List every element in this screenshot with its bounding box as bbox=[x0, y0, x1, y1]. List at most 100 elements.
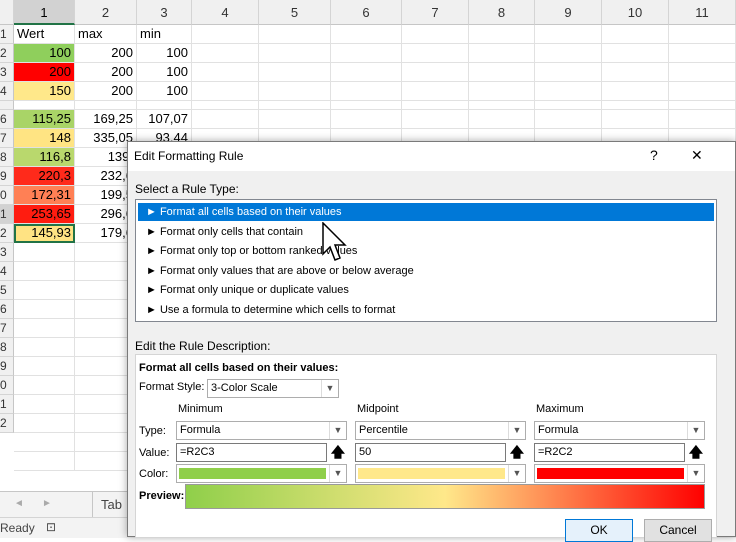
row-header[interactable]: 7 bbox=[0, 129, 14, 148]
data-cell[interactable]: 253,65 bbox=[14, 205, 75, 224]
row-header[interactable]: 2 bbox=[0, 224, 14, 243]
cell[interactable] bbox=[469, 25, 535, 44]
data-cell[interactable]: 200 bbox=[14, 63, 75, 82]
cell[interactable] bbox=[259, 25, 331, 44]
cell[interactable] bbox=[669, 110, 736, 129]
column-header-8[interactable]: 8 bbox=[469, 0, 535, 25]
cell[interactable] bbox=[535, 44, 602, 63]
column-header-10[interactable]: 10 bbox=[602, 0, 669, 25]
rule-type-item[interactable]: ► Format all cells based on their values bbox=[138, 203, 714, 221]
row-header[interactable]: 1 bbox=[0, 395, 14, 414]
cell[interactable] bbox=[535, 110, 602, 129]
help-button[interactable]: ? bbox=[650, 147, 658, 163]
column-header-7[interactable]: 7 bbox=[402, 0, 469, 25]
column-header-4[interactable]: 4 bbox=[192, 0, 259, 25]
data-cell[interactable]: 107,07 bbox=[137, 110, 192, 129]
row-header[interactable]: 6 bbox=[0, 300, 14, 319]
row-header[interactable]: 8 bbox=[0, 148, 14, 167]
row-header[interactable]: 0 bbox=[0, 376, 14, 395]
data-cell[interactable]: 145,93 bbox=[14, 224, 75, 243]
cell[interactable] bbox=[602, 63, 669, 82]
cell[interactable] bbox=[14, 395, 75, 414]
cell[interactable] bbox=[535, 25, 602, 44]
cell[interactable] bbox=[669, 25, 736, 44]
row-header[interactable]: 2 bbox=[0, 414, 14, 433]
data-cell[interactable]: 200 bbox=[75, 63, 137, 82]
data-cell[interactable]: 172,31 bbox=[14, 186, 75, 205]
column-header-9[interactable]: 9 bbox=[535, 0, 602, 25]
cell[interactable] bbox=[669, 44, 736, 63]
row-header[interactable]: 4 bbox=[0, 262, 14, 281]
column-header-3[interactable]: 3 bbox=[137, 0, 192, 25]
row-header[interactable]: 4 bbox=[0, 82, 14, 101]
cell[interactable] bbox=[469, 110, 535, 129]
row-header[interactable]: 5 bbox=[0, 281, 14, 300]
scroll-right-icon[interactable]: ► bbox=[42, 498, 52, 509]
scroll-left-icon[interactable]: ◄ bbox=[14, 498, 24, 509]
cell[interactable] bbox=[331, 44, 402, 63]
cell[interactable] bbox=[192, 63, 259, 82]
column-header-2[interactable]: 2 bbox=[75, 0, 137, 25]
maximum-value-input[interactable]: =R2C2 bbox=[534, 443, 685, 462]
cell[interactable] bbox=[469, 101, 535, 110]
row-header[interactable]: 1 bbox=[0, 25, 14, 44]
header-cell[interactable]: min bbox=[137, 25, 192, 44]
rule-type-item[interactable]: ► Format only cells that contain bbox=[138, 223, 714, 241]
select-all-corner[interactable] bbox=[0, 0, 14, 25]
rule-type-item[interactable]: ► Use a formula to determine which cells… bbox=[138, 301, 714, 319]
cell[interactable] bbox=[259, 44, 331, 63]
rule-type-item[interactable]: ► Format only unique or duplicate values bbox=[138, 281, 714, 299]
row-header[interactable]: 7 bbox=[0, 319, 14, 338]
cell[interactable] bbox=[669, 63, 736, 82]
cell[interactable] bbox=[535, 63, 602, 82]
row-header[interactable]: 0 bbox=[0, 186, 14, 205]
minimum-type-select[interactable]: Formula ▼ bbox=[176, 421, 347, 440]
minimum-value-input[interactable]: =R2C3 bbox=[176, 443, 327, 462]
data-cell[interactable] bbox=[14, 101, 75, 110]
cell[interactable] bbox=[402, 110, 469, 129]
format-style-select[interactable]: 3-Color Scale ▼ bbox=[207, 379, 339, 398]
cell[interactable] bbox=[469, 63, 535, 82]
cell[interactable] bbox=[669, 82, 736, 101]
cell[interactable] bbox=[402, 44, 469, 63]
cell[interactable] bbox=[14, 414, 75, 433]
row-header[interactable]: 8 bbox=[0, 338, 14, 357]
cell[interactable] bbox=[259, 101, 331, 110]
cell[interactable] bbox=[402, 82, 469, 101]
cell[interactable] bbox=[192, 110, 259, 129]
midpoint-color-picker[interactable]: ▼ bbox=[355, 464, 526, 483]
data-cell[interactable] bbox=[137, 101, 192, 110]
collapse-dialog-icon[interactable]: 🡅 bbox=[329, 443, 347, 462]
cell[interactable] bbox=[602, 110, 669, 129]
column-header-1[interactable]: 1 bbox=[14, 0, 75, 25]
cell[interactable] bbox=[469, 82, 535, 101]
data-cell[interactable]: 220,3 bbox=[14, 167, 75, 186]
data-cell[interactable]: 100 bbox=[137, 44, 192, 63]
cell[interactable] bbox=[402, 101, 469, 110]
cell[interactable] bbox=[535, 101, 602, 110]
maximum-type-select[interactable]: Formula ▼ bbox=[534, 421, 705, 440]
cell[interactable] bbox=[402, 25, 469, 44]
cell[interactable] bbox=[535, 82, 602, 101]
cell[interactable] bbox=[192, 44, 259, 63]
row-header[interactable] bbox=[0, 101, 14, 110]
collapse-dialog-icon[interactable]: 🡅 bbox=[687, 443, 705, 462]
rule-type-item[interactable]: ► Format only top or bottom ranked value… bbox=[138, 242, 714, 260]
cell[interactable] bbox=[14, 452, 75, 471]
cancel-button[interactable]: Cancel bbox=[644, 519, 712, 542]
ok-button[interactable]: OK bbox=[565, 519, 633, 542]
cell[interactable] bbox=[331, 110, 402, 129]
column-header-5[interactable]: 5 bbox=[259, 0, 331, 25]
midpoint-type-select[interactable]: Percentile ▼ bbox=[355, 421, 526, 440]
cell[interactable] bbox=[402, 63, 469, 82]
cell[interactable] bbox=[14, 433, 75, 452]
cell[interactable] bbox=[192, 25, 259, 44]
close-button[interactable]: ✕ bbox=[691, 147, 703, 164]
row-header[interactable]: 1 bbox=[0, 205, 14, 224]
cell[interactable] bbox=[14, 357, 75, 376]
data-cell[interactable]: 100 bbox=[137, 82, 192, 101]
cell[interactable] bbox=[259, 82, 331, 101]
cell[interactable] bbox=[331, 63, 402, 82]
data-cell[interactable]: 116,8 bbox=[14, 148, 75, 167]
header-cell[interactable]: Wert bbox=[14, 25, 75, 44]
